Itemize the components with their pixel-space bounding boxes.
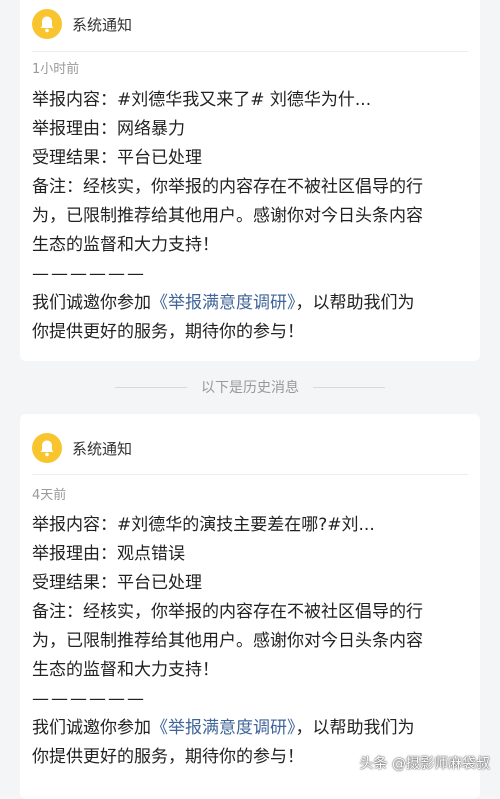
- card-title: 系统通知: [72, 15, 133, 34]
- remark-line: 为，已限制推荐给其他用户。感谢你对今日头条内容: [32, 631, 423, 651]
- invite-suffix: ，以帮助我们为: [295, 293, 415, 313]
- report-reason: 举报理由：网络暴力: [32, 119, 185, 139]
- watermark: 头条 @摄影师麻袋叔: [359, 756, 490, 772]
- remark-line: 备注：经核实，你举报的内容存在不被社区倡导的行: [32, 177, 423, 197]
- remark-line: 备注：经核实，你举报的内容存在不被社区倡导的行: [32, 602, 423, 622]
- report-content: 举报内容：#刘德华的演技主要差在哪?#刘...: [32, 515, 375, 535]
- message-body: 举报内容：#刘德华我又来了# 刘德华为什... 举报理由：网络暴力 受理结果：平…: [32, 86, 468, 347]
- separator-line: [313, 386, 385, 388]
- survey-link[interactable]: 《举报满意度调研》: [151, 293, 296, 313]
- notification-card: 系统通知 4天前 举报内容：#刘德华的演技主要差在哪?#刘... 举报理由：观点…: [20, 414, 480, 799]
- header-divider: [32, 51, 468, 52]
- card-title: 系统通知: [72, 439, 133, 458]
- dash-divider: ——————: [32, 689, 146, 709]
- invite-line-2: 你提供更好的服务，期待你的参与！: [32, 322, 304, 342]
- remark-line: 生态的监督和大力支持！: [32, 660, 219, 680]
- history-separator-label: 以下是历史消息: [201, 380, 299, 396]
- dash-divider: ——————: [32, 264, 146, 284]
- separator-line: [115, 386, 187, 388]
- remark-line: 为，已限制推荐给其他用户。感谢你对今日头条内容: [32, 206, 423, 226]
- report-reason: 举报理由：观点错误: [32, 544, 185, 564]
- report-result: 受理结果：平台已处理: [32, 573, 202, 593]
- invite-suffix: ，以帮助我们为: [295, 718, 415, 738]
- invite-line: 我们诚邀你参加《举报满意度调研》，以帮助我们为: [32, 714, 468, 743]
- invite-line: 我们诚邀你参加《举报满意度调研》，以帮助我们为: [32, 289, 468, 318]
- header-divider: [32, 474, 468, 475]
- notification-card: 系统通知 1小时前 举报内容：#刘德华我又来了# 刘德华为什... 举报理由：网…: [20, 0, 480, 361]
- report-result: 受理结果：平台已处理: [32, 148, 202, 168]
- timestamp: 1小时前: [32, 62, 80, 77]
- timestamp: 4天前: [32, 488, 67, 503]
- card-header: 系统通知: [32, 424, 132, 472]
- invite-prefix: 我们诚邀你参加: [32, 293, 151, 313]
- bell-icon: [32, 433, 62, 463]
- report-content: 举报内容：#刘德华我又来了# 刘德华为什...: [32, 90, 372, 110]
- remark-line: 生态的监督和大力支持！: [32, 235, 219, 255]
- message-body: 举报内容：#刘德华的演技主要差在哪?#刘... 举报理由：观点错误 受理结果：平…: [32, 511, 468, 772]
- bell-icon: [32, 9, 62, 39]
- survey-link[interactable]: 《举报满意度调研》: [151, 718, 296, 738]
- history-separator: 以下是历史消息: [0, 373, 500, 401]
- card-header: 系统通知: [32, 0, 132, 48]
- invite-prefix: 我们诚邀你参加: [32, 718, 151, 738]
